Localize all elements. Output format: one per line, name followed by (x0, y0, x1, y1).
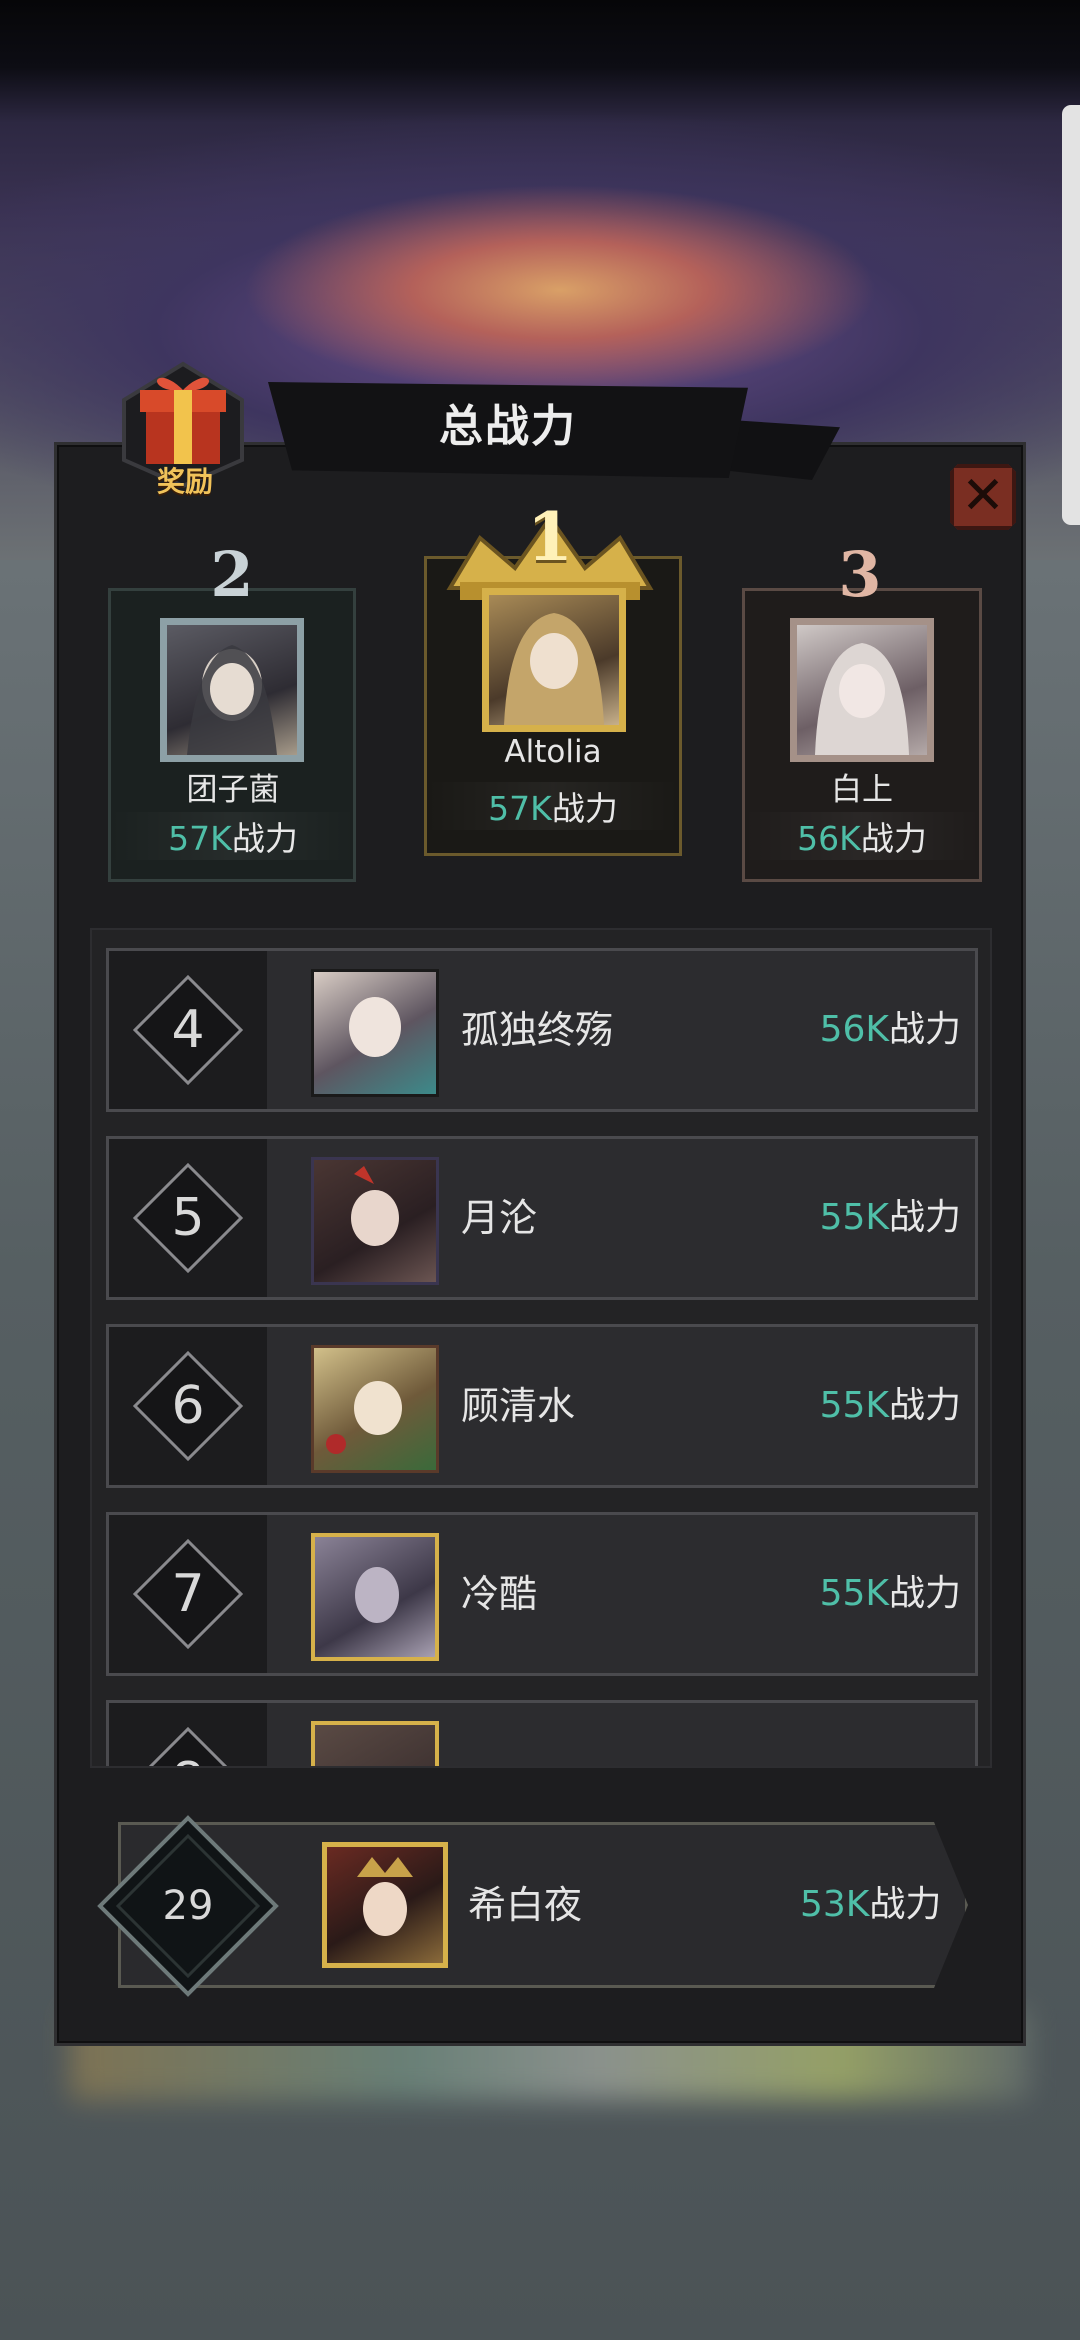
player-avatar (311, 969, 439, 1097)
podium-first-avatar (482, 588, 626, 732)
player-name: 冷酷 (461, 1572, 538, 1616)
list-item[interactable]: 6 顾清水 55K战力 (106, 1324, 978, 1488)
player-avatar (311, 1533, 439, 1661)
podium-second-avatar (160, 618, 304, 762)
podium-second-name: 团子菌 (186, 772, 280, 808)
player-avatar (311, 1157, 439, 1285)
player-avatar (311, 1721, 439, 1766)
rank-number: 5 (171, 1188, 205, 1248)
self-avatar (322, 1842, 448, 1968)
self-power: 53K战力 (800, 1884, 942, 1925)
player-name: 孤独终殇 (461, 1008, 614, 1052)
player-name: 顾清水 (461, 1384, 576, 1428)
close-button[interactable]: ✕ (950, 464, 1016, 530)
podium-third-avatar (790, 618, 934, 762)
player-power: 56K战力 (819, 1009, 961, 1050)
rank-number: 8 (133, 1727, 243, 1766)
rank-number: 7 (171, 1564, 205, 1624)
podium-second-power: 57K战力 (110, 812, 356, 860)
self-name: 希白夜 (468, 1883, 583, 1927)
podium-third-name: 白上 (831, 772, 893, 808)
rank-number: 4 (171, 1000, 205, 1060)
self-rank-number: 29 (162, 1883, 214, 1929)
player-power: 55K战力 (819, 1197, 961, 1238)
podium-first-power: 57K战力 (426, 782, 680, 830)
podium-third-rank: 3 (838, 538, 882, 611)
player-power: 55K战力 (819, 1573, 961, 1614)
player-avatar (311, 1345, 439, 1473)
list-item[interactable]: 4 孤独终殇 56K战力 (106, 948, 978, 1112)
player-name: 月沦 (461, 1196, 538, 1240)
list-item[interactable]: 7 冷酷 55K战力 (106, 1512, 978, 1676)
page-title: 总战力 (439, 401, 577, 452)
ranking-list[interactable]: 4 孤独终殇 56K战力 5 月沦 55K战力 6 顾清水 55K战力 7 冷酷… (90, 928, 992, 1768)
podium-first-name: Altolia (504, 734, 602, 770)
rank-number: 6 (171, 1376, 205, 1436)
podium-second-rank: 2 (210, 538, 254, 611)
reward-label: 奖励 (156, 465, 213, 498)
player-power: 55K战力 (819, 1385, 961, 1426)
list-item[interactable]: 5 月沦 55K战力 (106, 1136, 978, 1300)
list-item[interactable]: 8 (106, 1700, 978, 1766)
close-icon: ✕ (961, 466, 1005, 526)
podium-first-rank: 1 (527, 498, 573, 576)
edge-scroll-handle[interactable] (1062, 105, 1080, 525)
podium-third-power: 56K战力 (744, 812, 980, 860)
